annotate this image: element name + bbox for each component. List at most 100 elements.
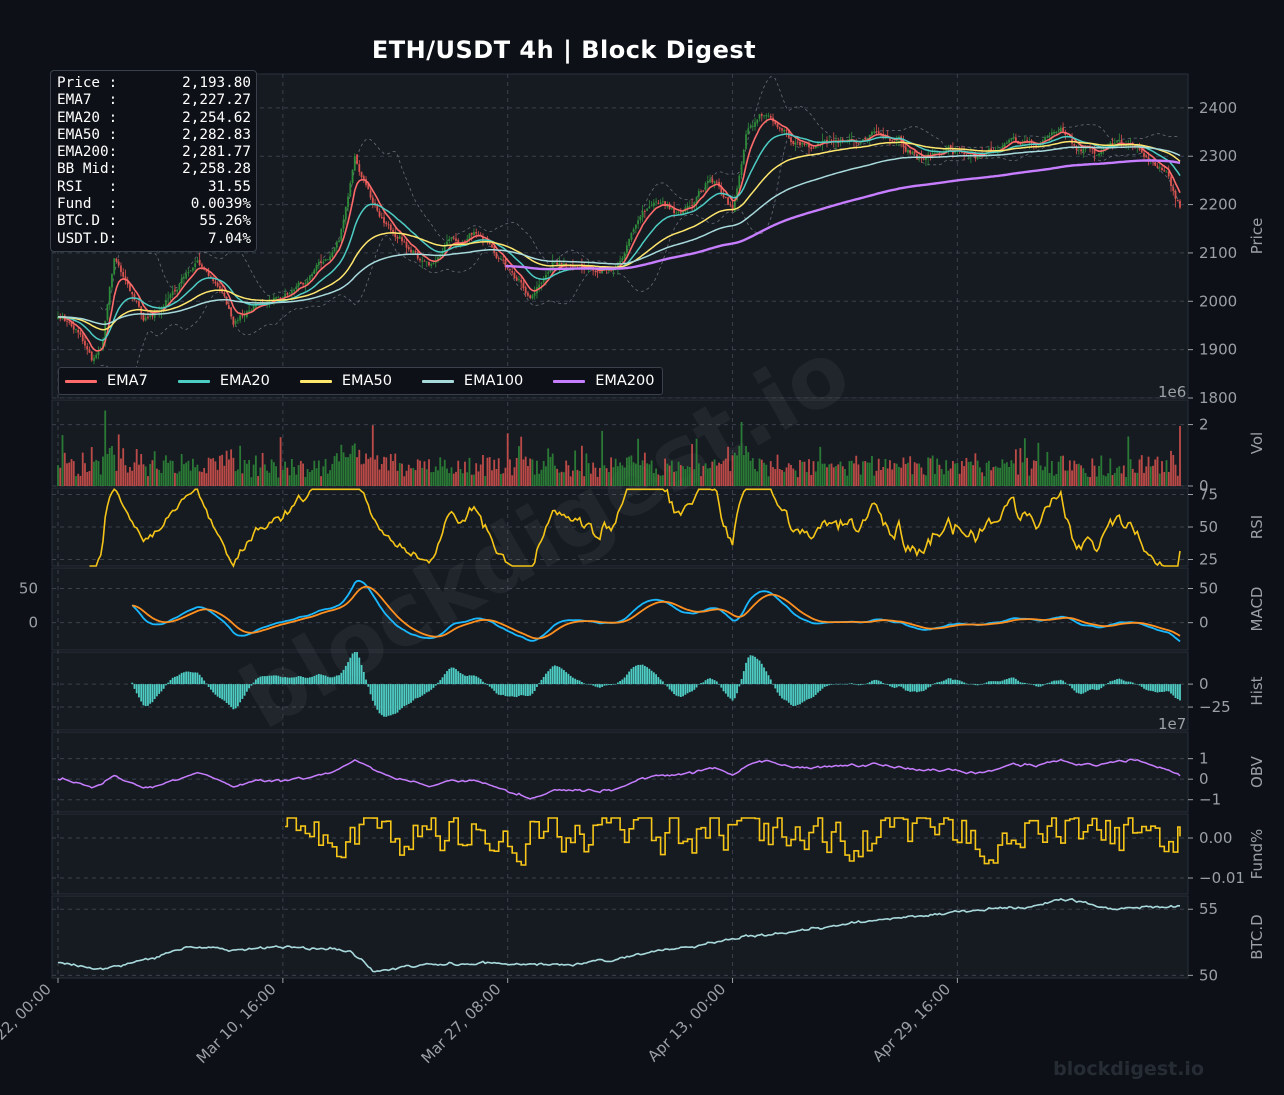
hist-bar [585,683,588,685]
volume-bar [102,456,104,486]
hist-bar [365,679,367,685]
hist-bar [1140,684,1143,687]
volume-bar [1129,459,1132,486]
hist-bar [356,652,358,685]
hist-bar [1176,684,1179,700]
hist-bar [344,665,347,685]
candle-body [416,252,419,259]
hist-bar [362,671,365,685]
hist-bar [398,684,401,710]
legend-swatch [177,379,210,383]
volume-bar [252,464,255,486]
hist-bar [286,677,289,685]
volume-bar [232,457,235,486]
candle-body [1145,155,1148,158]
hist-bar [131,682,134,685]
hist-bar [697,684,700,685]
hist-bar [1109,681,1112,685]
hist-bar [909,684,912,692]
volume-bar [502,473,505,486]
hist-bar [706,678,709,685]
hist-bar [263,676,266,685]
hist-bar [419,684,421,698]
volume-bar [969,461,972,486]
hist-bar [151,684,154,703]
hist-bar [250,684,253,686]
candle-body [1048,136,1051,138]
volume-bar [183,464,185,486]
hist-bar [272,675,275,685]
hist-bar [862,684,864,685]
volume-scale-label: 1e6 [1158,383,1186,401]
volume-bar [675,471,678,486]
candle-body [216,282,219,287]
hist-bar [423,684,426,695]
volume-bar [434,466,437,486]
candle-body [754,122,756,127]
candle-body [122,272,125,277]
volume-bar [940,469,943,486]
hist-bar [324,675,327,685]
candle-body [864,138,867,140]
volume-bar [410,468,412,486]
volume-bar [459,468,462,486]
candle-body [677,212,680,213]
info-value: 0.0039% [190,196,251,213]
volume-bar [1091,458,1094,486]
candle-body [396,236,399,239]
candle-body [792,140,795,144]
volume-bar [423,461,426,486]
hist-bar [234,684,237,709]
candle-body [697,191,700,197]
candle-body [239,315,242,321]
hist-bar [1134,683,1136,685]
hist-bar [882,682,885,685]
hist-bar [981,684,984,685]
hist-bar [369,684,372,695]
volume-bar [1111,475,1114,486]
volume-bar [720,463,723,486]
hist-bar [340,672,343,685]
volume-bar [120,458,122,486]
candle-body [452,237,455,239]
hist-bar [916,684,918,693]
volume-bar [1100,455,1103,486]
candle-body [1046,136,1049,138]
volume-bar [1118,466,1121,486]
volume-bar [576,469,579,486]
hist-bar [931,684,934,685]
hist-bar [999,681,1002,685]
volume-bar [760,459,763,486]
volume-bar [1113,472,1116,486]
candle-body [398,236,401,239]
hist-bar [331,677,334,685]
volume-bar [68,462,71,486]
volume-bar [1062,455,1064,486]
volume-bar [169,460,172,486]
candle-body [704,183,707,191]
hist-bar [270,675,273,685]
hist-bar [729,684,732,699]
hist-bar [796,684,799,705]
hist-bar [985,682,988,685]
hist-bar [342,669,345,685]
volume-bar [147,476,149,486]
volume-bar [904,463,907,486]
volume-bar [160,472,163,486]
hist-bar [1053,680,1055,685]
candle-body [223,292,226,297]
candle-body [742,149,745,164]
hist-bar [430,684,433,690]
candle-body [1172,187,1175,191]
hist-bar [751,655,754,685]
candle-body [72,325,75,330]
volume-bar [129,467,131,486]
hist-bar [639,664,642,685]
candle-body [241,315,244,317]
volume-bar [785,467,788,486]
hist-bar [1073,684,1076,691]
candle-body [823,140,826,141]
candle-body [198,259,201,266]
hist-bar [787,684,790,703]
hist-bar [329,677,331,685]
